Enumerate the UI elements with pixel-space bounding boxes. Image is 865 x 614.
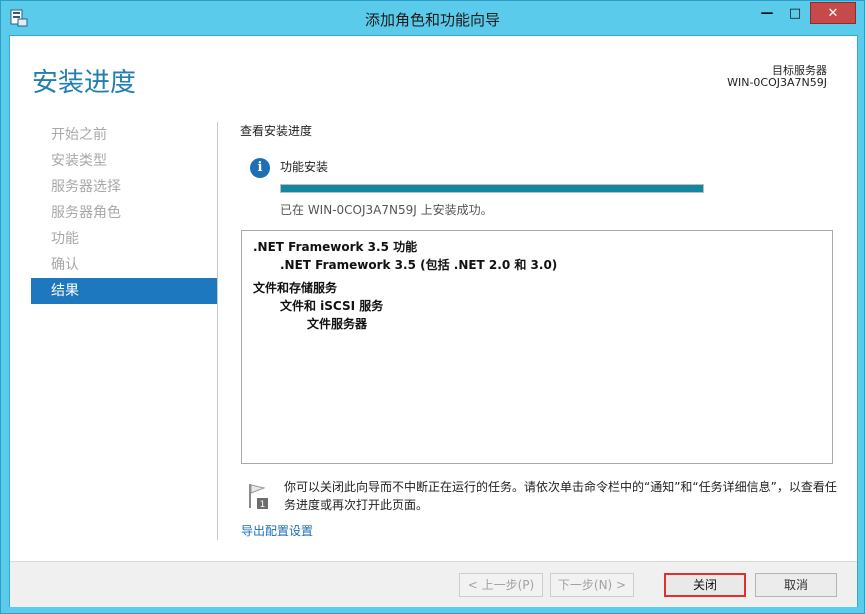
flag-icon: 1	[249, 484, 268, 510]
wizard-footer: < 上一步(P) 下一步(N) > 关闭 取消	[10, 561, 857, 607]
nav-step-before-you-begin[interactable]: 开始之前	[31, 122, 217, 148]
wizard-steps-nav: 开始之前 安装类型 服务器选择 服务器角色 功能 确认 结果	[31, 122, 217, 304]
info-icon: i	[250, 158, 270, 178]
cancel-button[interactable]: 取消	[755, 573, 837, 597]
minimize-icon: —	[760, 5, 774, 21]
section-label: 查看安装进度	[240, 124, 313, 138]
destination-server-name: WIN-0COJ3A7N59J	[727, 76, 827, 89]
maximize-button[interactable]: □	[782, 2, 808, 24]
result-item: .NET Framework 3.5 (包括 .NET 2.0 和 3.0)	[280, 258, 558, 272]
install-progress-fill	[281, 185, 703, 192]
close-icon: ✕	[827, 5, 839, 21]
nav-step-confirmation[interactable]: 确认	[31, 252, 217, 278]
feature-install-label: 功能安装	[280, 160, 329, 174]
window-title: 添加角色和功能向导	[364, 11, 500, 29]
results-list[interactable]: .NET Framework 3.5 功能 .NET Framework 3.5…	[241, 230, 833, 464]
install-progress-bar	[280, 184, 704, 193]
maximize-icon: □	[788, 5, 802, 21]
result-item: 文件和 iSCSI 服务	[280, 299, 384, 313]
nav-step-results[interactable]: 结果	[31, 278, 217, 304]
nav-divider	[217, 122, 218, 540]
background-task-note: 你可以关闭此向导而不中断正在运行的任务。请依次单击命令栏中的“通知”和“任务详细…	[284, 480, 837, 512]
result-item: 文件服务器	[307, 317, 368, 331]
next-button[interactable]: 下一步(N) >	[550, 573, 634, 597]
close-button[interactable]: 关闭	[664, 573, 746, 597]
export-configuration-link[interactable]: 导出配置设置	[241, 522, 313, 539]
minimize-button[interactable]: —	[754, 2, 780, 24]
nav-step-server-roles[interactable]: 服务器角色	[31, 200, 217, 226]
install-status-text: 已在 WIN-0COJ3A7N59J 上安装成功。	[280, 203, 493, 217]
close-window-button[interactable]: ✕	[810, 2, 856, 24]
nav-step-features[interactable]: 功能	[31, 226, 217, 252]
wizard-window: 添加角色和功能向导 — □ ✕ 安装进度 目标服务器 WIN-0COJ3A7N5…	[0, 0, 865, 614]
nav-step-server-selection[interactable]: 服务器选择	[31, 174, 217, 200]
result-item: 文件和存储服务	[253, 281, 338, 295]
nav-step-installation-type[interactable]: 安装类型	[31, 148, 217, 174]
result-item: .NET Framework 3.5 功能	[253, 240, 418, 254]
title-bar[interactable]: 添加角色和功能向导 — □ ✕	[1, 1, 864, 35]
previous-button[interactable]: < 上一步(P)	[459, 573, 543, 597]
wizard-client: 安装进度 目标服务器 WIN-0COJ3A7N59J 开始之前 安装类型 服务器…	[9, 35, 858, 607]
svg-text:1: 1	[260, 500, 266, 510]
page-title: 安装进度	[32, 68, 137, 98]
